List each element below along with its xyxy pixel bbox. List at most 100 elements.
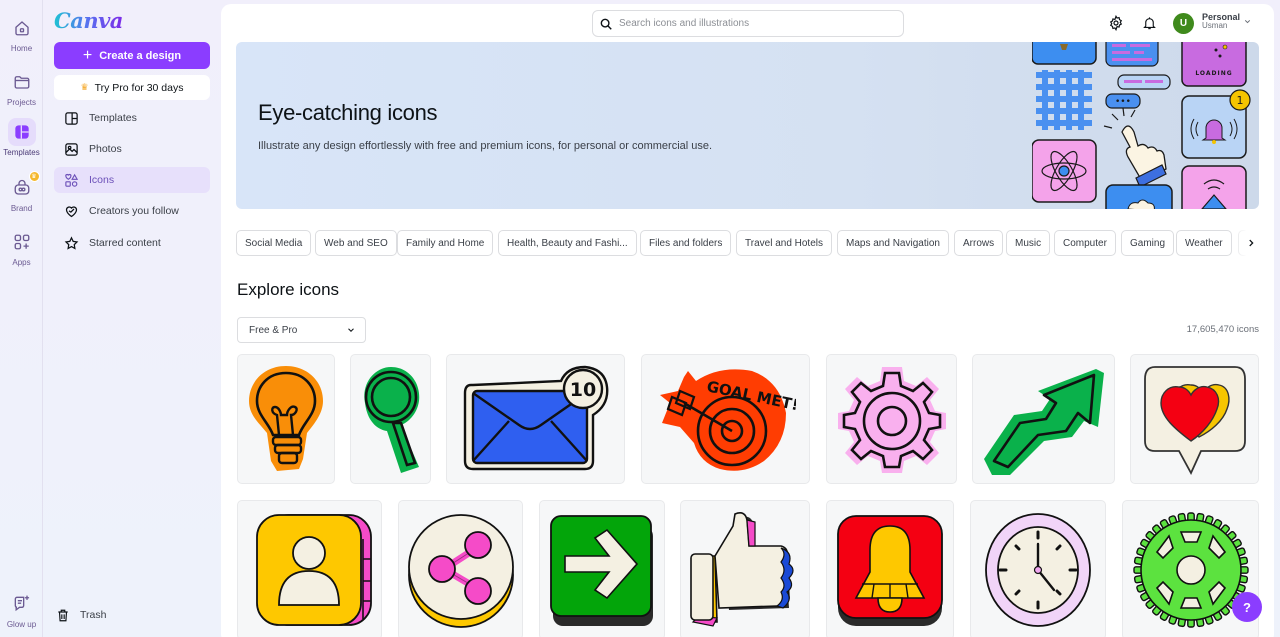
hero-subtitle: Illustrate any design effortlessly with …	[258, 140, 713, 152]
chip-arrows[interactable]: Arrows	[954, 230, 1004, 256]
create-design-button[interactable]: + Create a design	[54, 42, 210, 69]
shapes-icon	[65, 173, 79, 187]
nav-item-photos[interactable]: Photos	[54, 136, 210, 162]
result-count: 17,605,470 icons	[1186, 324, 1259, 335]
chevron-right-icon[interactable]	[1246, 237, 1256, 249]
nav-label: Icons	[89, 174, 115, 186]
icon-tile-trend-arrow[interactable]	[972, 354, 1115, 484]
bell-icon	[837, 515, 943, 626]
license-filter-dropdown[interactable]: Free & Pro	[237, 317, 366, 343]
nav-item-starred[interactable]: Starred content	[54, 230, 210, 256]
photo-icon	[65, 142, 78, 156]
crown-icon: ♛	[80, 82, 89, 92]
nav-label: Starred content	[89, 237, 161, 249]
grid-pattern-icon	[1036, 70, 1092, 130]
icon-tile-contact-book[interactable]	[237, 500, 382, 637]
nav-label: Photos	[89, 143, 122, 155]
home-icon	[8, 14, 36, 42]
search-input[interactable]	[619, 18, 889, 29]
icon-tile-envelope[interactable]: 10	[446, 354, 625, 484]
heart-icon	[65, 205, 78, 217]
nav-item-creators[interactable]: Creators you follow	[54, 198, 210, 224]
settings-button[interactable]	[1107, 14, 1125, 32]
icon-tile-gear-pink[interactable]	[826, 354, 957, 484]
svg-text:1: 1	[1237, 94, 1244, 107]
star-icon	[64, 235, 79, 250]
main-content: U Personal Usman Eye-catching icons Illu…	[221, 4, 1274, 637]
chip-family-home[interactable]: Family and Home	[397, 230, 494, 256]
create-design-label: Create a design	[99, 49, 182, 62]
apps-icon	[8, 228, 36, 256]
icon-tile-goal-met[interactable]: GOAL MET!	[641, 354, 810, 484]
search-icon	[600, 18, 612, 30]
side-panel: Canva + Create a design ♛ Try Pro for 30…	[44, 0, 220, 637]
trend-arrow-icon	[983, 369, 1104, 475]
filter-value: Free & Pro	[249, 324, 298, 336]
search-bar[interactable]	[592, 10, 904, 37]
chip-files-folders[interactable]: Files and folders	[640, 230, 732, 256]
icon-tile-lightbulb[interactable]	[237, 354, 335, 484]
target-goal-icon: GOAL MET!	[659, 369, 796, 471]
icon-tile-magnifier[interactable]	[350, 354, 431, 484]
nav-item-templates[interactable]: Templates	[54, 105, 210, 131]
loading-tile	[1181, 42, 1247, 87]
chip-health-beauty[interactable]: Health, Beauty and Fashi...	[498, 230, 637, 256]
rail-item-home[interactable]: Home	[0, 14, 43, 53]
chip-weather[interactable]: Weather	[1176, 230, 1232, 256]
nav-label: Creators you follow	[89, 205, 179, 217]
icon-tile-arrow-right[interactable]	[539, 500, 665, 637]
account-switcher[interactable]: Personal Usman	[1202, 12, 1240, 31]
arrow-right-icon	[550, 515, 653, 626]
hero-illustration: ••• LOADING 1	[1032, 42, 1251, 209]
notifications-button[interactable]	[1140, 14, 1158, 32]
category-chips: Social Media Web and SEO Family and Home…	[236, 230, 1259, 256]
icon-tile-clock[interactable]	[970, 500, 1106, 637]
magnifying-glass-icon	[363, 367, 419, 473]
rail-label: Apps	[12, 258, 31, 267]
pointer-hand-icon	[1103, 107, 1167, 188]
loading-text: LOADING	[1195, 70, 1232, 77]
rail-item-projects[interactable]: Projects	[0, 68, 43, 107]
rail-item-brand[interactable]: ♛ Brand	[0, 171, 43, 213]
try-pro-label: Try Pro for 30 days	[94, 81, 184, 94]
nav-item-icons[interactable]: Icons	[54, 167, 210, 193]
rail-label: Templates	[3, 148, 40, 157]
contact-book-icon	[255, 514, 372, 626]
glow-up-icon	[8, 590, 36, 618]
trash-icon	[58, 609, 68, 621]
chip-music[interactable]: Music	[1006, 230, 1051, 256]
chip-social-media[interactable]: Social Media	[236, 230, 312, 256]
chip-travel-hotels[interactable]: Travel and Hotels	[736, 230, 832, 256]
rail-item-glow-up[interactable]: Glow up	[0, 590, 43, 629]
icon-tile-thumbs-up[interactable]	[680, 500, 810, 637]
trash-label: Trash	[80, 609, 107, 621]
rail-label: Glow up	[6, 620, 37, 629]
icon-tile-heart-bubble[interactable]	[1130, 354, 1259, 484]
hero-banner: Eye-catching icons Illustrate any design…	[236, 42, 1259, 209]
svg-text:•••: •••	[1115, 97, 1131, 107]
crown-badge-icon: ♛	[28, 171, 40, 182]
icon-tile-bell[interactable]	[826, 500, 954, 637]
rail-label: Projects	[7, 98, 36, 107]
envelope-icon: 10	[463, 365, 608, 471]
chip-computer[interactable]: Computer	[1054, 230, 1116, 256]
help-button[interactable]: ?	[1232, 592, 1262, 622]
canva-logo[interactable]: Canva	[54, 8, 123, 33]
bell-icon	[1142, 17, 1156, 30]
icon-tile-share[interactable]	[398, 500, 523, 637]
rail-label: Brand	[10, 204, 33, 213]
lightbulb-icon	[249, 366, 323, 471]
heart-bubble-icon	[1143, 366, 1246, 476]
chip-maps-navigation[interactable]: Maps and Navigation	[837, 230, 949, 256]
avatar[interactable]: U	[1173, 13, 1194, 34]
chip-web-seo[interactable]: Web and SEO	[315, 230, 397, 256]
rail-item-apps[interactable]: Apps	[0, 228, 43, 267]
chip-gaming[interactable]: Gaming	[1121, 230, 1175, 256]
rail-item-templates[interactable]: Templates	[0, 118, 43, 157]
templates-icon	[65, 111, 78, 125]
try-pro-button[interactable]: ♛ Try Pro for 30 days	[54, 75, 210, 100]
gear-icon	[1109, 15, 1123, 31]
trash-button[interactable]: Trash	[46, 602, 202, 628]
chevron-down-icon[interactable]	[1243, 17, 1252, 26]
chevron-down-icon	[348, 328, 354, 332]
